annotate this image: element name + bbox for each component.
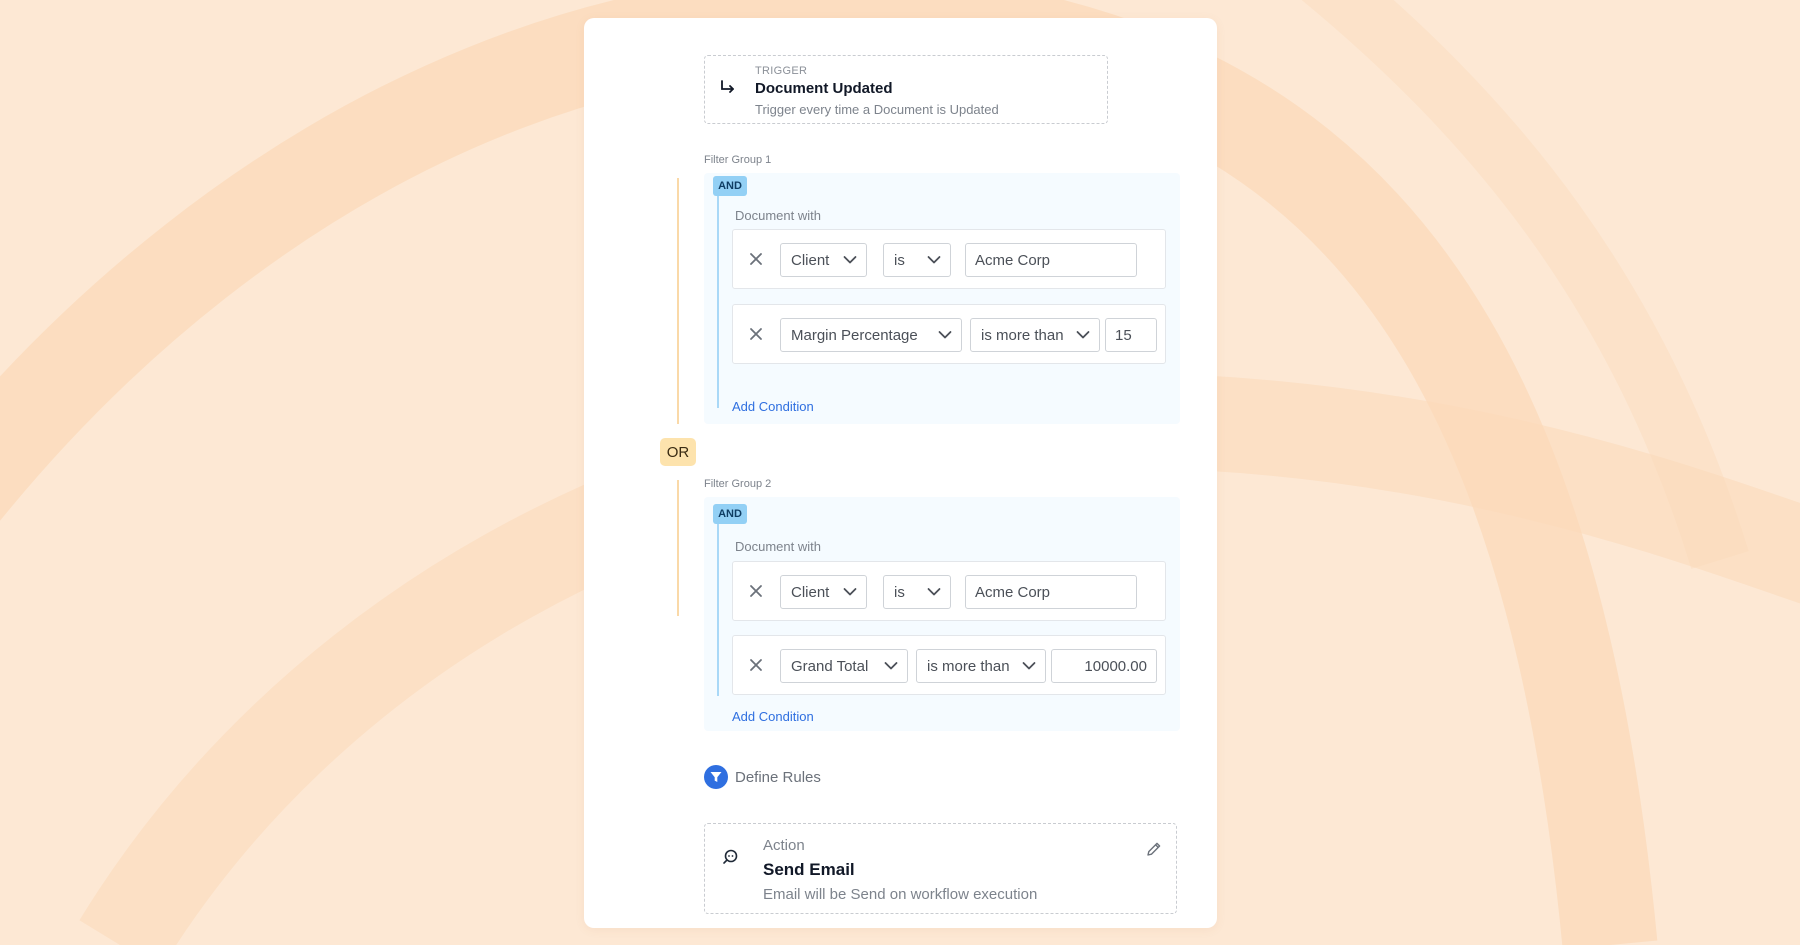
filter-group-2: AND Document with Client is Acme Corp Gr… bbox=[704, 497, 1180, 731]
field-select-value: Client bbox=[791, 251, 830, 269]
chevron-down-icon bbox=[884, 662, 898, 670]
field-select[interactable]: Client bbox=[780, 243, 867, 277]
value-input[interactable]: 15 bbox=[1105, 318, 1157, 352]
chevron-down-icon bbox=[938, 331, 952, 339]
chat-icon bbox=[723, 849, 738, 864]
remove-condition-icon[interactable] bbox=[747, 656, 765, 674]
return-arrow-icon bbox=[721, 80, 734, 93]
remove-condition-icon[interactable] bbox=[747, 582, 765, 600]
and-connector-line bbox=[717, 196, 719, 408]
define-rules-button[interactable]: Define Rules bbox=[704, 765, 821, 789]
field-select[interactable]: Client bbox=[780, 575, 867, 609]
chevron-down-icon bbox=[843, 588, 857, 596]
and-connector-line bbox=[717, 524, 719, 696]
operator-select-value: is bbox=[894, 583, 905, 601]
chevron-down-icon bbox=[927, 588, 941, 596]
operator-select[interactable]: is more than bbox=[970, 318, 1100, 352]
filter-group-1: AND Document with Client is Acme Corp Ma… bbox=[704, 173, 1180, 424]
field-select-value: Client bbox=[791, 583, 830, 601]
remove-condition-icon[interactable] bbox=[747, 325, 765, 343]
workflow-card: TRIGGER Document Updated Trigger every t… bbox=[584, 18, 1217, 928]
condition-row: Margin Percentage is more than 15 bbox=[732, 304, 1166, 364]
and-badge[interactable]: AND bbox=[713, 504, 747, 524]
filter-group-2-label: Filter Group 2 bbox=[704, 478, 772, 490]
condition-row: Client is Acme Corp bbox=[732, 229, 1166, 289]
add-condition-link[interactable]: Add Condition bbox=[732, 709, 814, 724]
document-with-label: Document with bbox=[735, 539, 821, 554]
filter-icon bbox=[704, 765, 728, 789]
operator-select[interactable]: is more than bbox=[916, 649, 1046, 683]
chevron-down-icon bbox=[1076, 331, 1090, 339]
remove-condition-icon[interactable] bbox=[747, 250, 765, 268]
define-rules-label: Define Rules bbox=[735, 768, 821, 786]
action-description: Email will be Send on workflow execution bbox=[763, 886, 1038, 903]
field-select[interactable]: Margin Percentage bbox=[780, 318, 962, 352]
group-connector-line bbox=[677, 480, 679, 616]
value-input[interactable]: 10000.00 bbox=[1051, 649, 1157, 683]
operator-select-value: is more than bbox=[927, 657, 1010, 675]
condition-row: Client is Acme Corp bbox=[732, 561, 1166, 621]
document-with-label: Document with bbox=[735, 208, 821, 223]
group-connector-line bbox=[677, 178, 679, 424]
field-select-value: Margin Percentage bbox=[791, 326, 918, 344]
and-badge[interactable]: AND bbox=[713, 176, 747, 196]
trigger-title: Document Updated bbox=[755, 80, 893, 97]
trigger-card[interactable]: TRIGGER Document Updated Trigger every t… bbox=[704, 55, 1108, 124]
add-condition-link[interactable]: Add Condition bbox=[732, 399, 814, 414]
chevron-down-icon bbox=[1022, 662, 1036, 670]
condition-row: Grand Total is more than 10000.00 bbox=[732, 635, 1166, 695]
value-input[interactable]: Acme Corp bbox=[965, 243, 1137, 277]
action-eyebrow: Action bbox=[763, 837, 805, 854]
field-select[interactable]: Grand Total bbox=[780, 649, 908, 683]
operator-select-value: is more than bbox=[981, 326, 1064, 344]
trigger-eyebrow: TRIGGER bbox=[755, 65, 808, 77]
field-select-value: Grand Total bbox=[791, 657, 869, 675]
operator-select[interactable]: is bbox=[883, 575, 951, 609]
or-badge[interactable]: OR bbox=[660, 438, 696, 466]
pencil-icon[interactable] bbox=[1145, 840, 1163, 858]
filter-group-1-label: Filter Group 1 bbox=[704, 154, 772, 166]
chevron-down-icon bbox=[927, 256, 941, 264]
trigger-description: Trigger every time a Document is Updated bbox=[755, 102, 999, 117]
value-input[interactable]: Acme Corp bbox=[965, 575, 1137, 609]
chevron-down-icon bbox=[843, 256, 857, 264]
operator-select-value: is bbox=[894, 251, 905, 269]
operator-select[interactable]: is bbox=[883, 243, 951, 277]
action-title: Send Email bbox=[763, 860, 855, 879]
action-card[interactable]: Action Send Email Email will be Send on … bbox=[704, 823, 1177, 914]
